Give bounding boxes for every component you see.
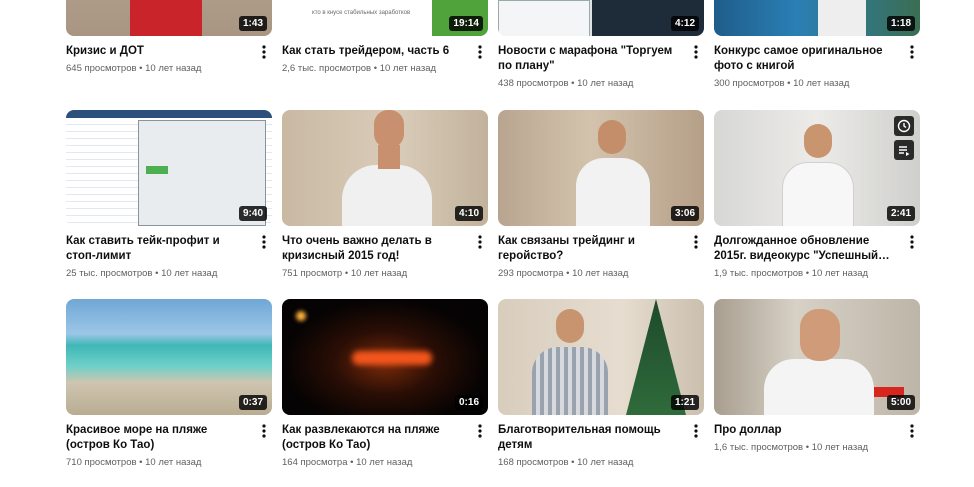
kebab-menu-icon[interactable] [475, 422, 485, 440]
video-thumbnail[interactable]: 5:00 [714, 299, 920, 415]
video-card[interactable]: 4:10 Что очень важно делать в кризисный … [282, 110, 488, 279]
view-count: 710 просмотров [66, 457, 137, 468]
video-title[interactable]: Про доллар [714, 423, 898, 438]
video-thumbnail[interactable]: 1:21 [498, 299, 704, 415]
video-card[interactable]: 4:12 Новости с марафона "Торгуем по план… [498, 0, 704, 89]
view-count: 751 просмотр [282, 268, 343, 279]
video-title[interactable]: Как стать трейдером, часть 6 [282, 44, 466, 59]
kebab-menu-icon[interactable] [259, 422, 269, 440]
clock-icon[interactable] [894, 116, 914, 136]
video-card[interactable]: 9:40 Как ставить тейк-профит и стоп-лими… [66, 110, 272, 279]
kebab-menu-icon[interactable] [475, 233, 485, 251]
video-stats: 293 просмотра • 10 лет назад [498, 268, 629, 279]
video-card[interactable]: 0:16 Как развлекаются на пляже (остров К… [282, 299, 488, 468]
kebab-menu-icon[interactable] [259, 43, 269, 61]
upload-age: 10 лет назад [577, 457, 634, 468]
video-duration: 2:41 [886, 206, 915, 221]
upload-age: 10 лет назад [350, 268, 408, 279]
view-count: 164 просмотра [282, 457, 348, 468]
video-title[interactable]: Как развлекаются на пляже (остров Ко Тао… [282, 423, 466, 453]
video-thumbnail[interactable]: 4:12 [498, 0, 704, 36]
view-count: 2,6 тыс. просмотров [282, 63, 372, 74]
video-stats: 300 просмотров • 10 лет назад [714, 78, 850, 89]
video-stats: 438 просмотров • 10 лет назад [498, 78, 634, 89]
view-count: 1,9 тыс. просмотров [714, 268, 804, 279]
video-stats: 168 просмотров • 10 лет назад [498, 457, 634, 468]
video-title[interactable]: Как связаны трейдинг и геройство? [498, 234, 682, 264]
video-title[interactable]: Долгожданное обновление 2015г. видеокурс… [714, 234, 898, 264]
video-duration: 9:40 [238, 206, 267, 221]
video-stats: 164 просмотра • 10 лет назад [282, 457, 413, 468]
kebab-menu-icon[interactable] [907, 233, 917, 251]
video-title[interactable]: Новости с марафона "Торгуем по плану" [498, 44, 682, 74]
video-duration: 3:06 [670, 206, 699, 221]
view-count: 1,6 тыс. просмотров [714, 442, 804, 453]
upload-age: 10 лет назад [145, 63, 202, 74]
video-duration: 4:12 [670, 16, 699, 31]
video-duration: 0:37 [238, 395, 267, 410]
upload-age: 10 лет назад [145, 457, 202, 468]
video-card[interactable]: 2:41 Долгожданное обновление 2015г. виде… [714, 110, 920, 279]
video-title[interactable]: Кризис и ДОТ [66, 44, 250, 59]
video-thumbnail[interactable]: 1:43 [66, 0, 272, 36]
video-card[interactable]: 1:18 Конкурс самое оригинальное фото с к… [714, 0, 920, 89]
upload-age: 10 лет назад [793, 78, 850, 89]
view-count: 25 тыс. просмотров [66, 268, 153, 279]
kebab-menu-icon[interactable] [691, 233, 701, 251]
video-thumbnail[interactable]: 3:06 [498, 110, 704, 226]
view-count: 168 просмотров [498, 457, 569, 468]
view-count: 300 просмотров [714, 78, 785, 89]
video-thumbnail[interactable]: 4:10 [282, 110, 488, 226]
video-duration: 5:00 [886, 395, 915, 410]
video-duration: 4:10 [454, 206, 483, 221]
kebab-menu-icon[interactable] [691, 43, 701, 61]
video-title[interactable]: Конкурс самое оригинальное фото с книгой [714, 44, 898, 74]
thumbnail-caption: кто в кнусе стабильных заработков [312, 10, 411, 16]
video-thumbnail[interactable]: 0:16 [282, 299, 488, 415]
video-title[interactable]: Благотворительная помощь детям [498, 423, 682, 453]
video-stats: 1,9 тыс. просмотров • 10 лет назад [714, 268, 869, 279]
kebab-menu-icon[interactable] [691, 422, 701, 440]
video-card[interactable]: 0:37 Красивое море на пляже (остров Ко Т… [66, 299, 272, 468]
video-card[interactable]: 5:00 Про доллар 1,6 тыс. просмотров • 10… [714, 299, 920, 453]
video-duration: 1:21 [670, 395, 699, 410]
video-stats: 751 просмотр • 10 лет назад [282, 268, 408, 279]
video-duration: 1:18 [886, 16, 915, 31]
video-stats: 2,6 тыс. просмотров • 10 лет назад [282, 63, 437, 74]
video-card[interactable]: 1:21 Благотворительная помощь детям 168 … [498, 299, 704, 468]
video-card[interactable]: 3:06 Как связаны трейдинг и геройство? 2… [498, 110, 704, 279]
view-count: 438 просмотров [498, 78, 569, 89]
video-title[interactable]: Как ставить тейк-профит и стоп-лимит [66, 234, 250, 264]
upload-age: 10 лет назад [811, 268, 869, 279]
video-thumbnail[interactable]: 1:18 [714, 0, 920, 36]
view-count: 293 просмотра [498, 268, 564, 279]
kebab-menu-icon[interactable] [259, 233, 269, 251]
upload-age: 10 лет назад [356, 457, 413, 468]
video-thumbnail[interactable]: 0:37 [66, 299, 272, 415]
kebab-menu-icon[interactable] [475, 43, 485, 61]
video-stats: 25 тыс. просмотров • 10 лет назад [66, 268, 218, 279]
upload-age: 10 лет назад [577, 78, 634, 89]
view-count: 645 просмотров [66, 63, 137, 74]
video-thumbnail[interactable]: кто в кнусе стабильных заработков 19:14 [282, 0, 488, 36]
video-thumbnail[interactable]: 2:41 [714, 110, 920, 226]
video-stats: 710 просмотров • 10 лет назад [66, 457, 202, 468]
video-stats: 645 просмотров • 10 лет назад [66, 63, 202, 74]
upload-age: 10 лет назад [379, 63, 437, 74]
upload-age: 10 лет назад [161, 268, 218, 279]
video-duration: 1:43 [238, 16, 267, 31]
video-thumbnail[interactable]: 9:40 [66, 110, 272, 226]
video-duration: 19:14 [449, 16, 483, 31]
video-card[interactable]: кто в кнусе стабильных заработков 19:14 … [282, 0, 488, 74]
video-title[interactable]: Красивое море на пляже (остров Ко Тао) [66, 423, 250, 453]
queue-icon[interactable] [894, 140, 914, 160]
video-card[interactable]: 1:43 Кризис и ДОТ 645 просмотров • 10 ле… [66, 0, 272, 74]
upload-age: 10 лет назад [811, 442, 869, 453]
upload-age: 10 лет назад [572, 268, 629, 279]
kebab-menu-icon[interactable] [907, 422, 917, 440]
kebab-menu-icon[interactable] [907, 43, 917, 61]
video-title[interactable]: Что очень важно делать в кризисный 2015 … [282, 234, 466, 264]
video-stats: 1,6 тыс. просмотров • 10 лет назад [714, 442, 869, 453]
video-duration: 0:16 [454, 395, 483, 410]
